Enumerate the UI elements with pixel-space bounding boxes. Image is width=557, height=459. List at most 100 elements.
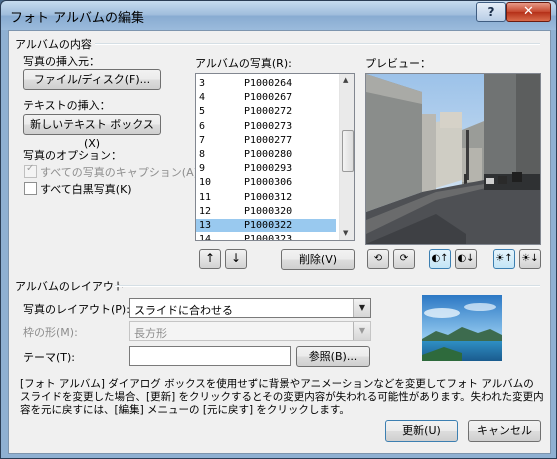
photo-number: 13 [199,220,212,231]
photo-name: P1000280 [244,149,293,160]
album-photos-list[interactable]: 3 P1000264 4 P1000267 5 P1000272 6 P1000273 7 P10… [195,73,355,241]
list-item[interactable]: 5 P1000272 [196,105,336,118]
photo-name: P1000273 [244,120,293,132]
frame-shape-label: 枠の形(M): [23,326,78,339]
brightness-up-icon: ☀↑ [495,253,513,264]
contrast-up-button[interactable]: ◐↑ [429,249,451,269]
photo-name: P1000293 [244,163,293,175]
browse-button[interactable]: 参照(B)... [296,346,370,367]
photo-number: 3 [199,78,206,89]
update-button-label: 更新(U) [402,424,441,437]
new-textbox-button[interactable]: 新しいテキスト ボックス(X) [23,114,161,150]
photo-name: P1000322 [244,220,293,231]
file-disk-button-label: ファイル/ディスク(F)... [33,73,151,86]
photo-number: 5 [199,106,206,118]
photo-layout-value: スライドに合わせる [134,304,233,317]
contrast-up-icon: ◐↑ [431,253,449,264]
photo-number: 9 [199,163,206,175]
photo-number: 12 [199,205,212,217]
frame-shape-select[interactable]: 長方形 ▼ [129,321,371,341]
scroll-up-arrow-icon[interactable]: ▲ [343,76,348,84]
chevron-down-icon[interactable]: ▼ [353,322,370,340]
preview-photo [366,74,540,244]
info-text: [フォト アルバム] ダイアログ ボックスを使用せずに背景やアニメーションなどを… [20,378,544,416]
caption-all-label: すべての写真のキャプション(A) [40,166,198,179]
close-button[interactable]: ✕ [506,2,551,22]
photo-number: 11 [199,191,212,203]
brightness-down-button[interactable]: ☀↓ [519,249,541,269]
arrow-down-icon: ↓ [230,251,242,265]
chevron-down-icon[interactable]: ▼ [353,299,370,317]
brightness-down-icon: ☀↓ [521,253,539,264]
photo-layout-label: 写真のレイアウト(P): [23,303,130,316]
delete-button[interactable]: 削除(V) [281,249,355,270]
insert-text-label: テキストの挿入： [23,99,111,112]
title-bar[interactable]: フォト アルバムの編集 ? ✕ [1,1,556,30]
browse-button-label: 参照(B)... [308,350,358,363]
scroll-down-arrow-icon[interactable]: ▼ [343,229,348,237]
photo-number: 7 [199,134,206,146]
arrow-up-icon: ↑ [204,251,216,265]
brightness-up-button[interactable]: ☀↑ [493,249,515,269]
photo-name: P1000323 [244,234,293,241]
photo-name: P1000264 [244,78,293,89]
preview-label: プレビュー： [365,57,431,70]
list-item[interactable]: 3 P1000264 [196,77,336,90]
list-item[interactable]: 6 P1000273 [196,120,336,133]
list-item[interactable]: 11 P1000312 [196,191,336,204]
caption-all-checkbox[interactable] [24,163,37,178]
photo-name: P1000277 [244,134,293,146]
rotate-left-icon: ⟲ [373,253,383,264]
photo-number: 8 [199,149,206,160]
update-button[interactable]: 更新(U) [385,420,458,442]
bw-all-label: すべて白黒写真(K) [40,183,132,196]
insert-photo-label: 写真の挿入元： [23,55,100,68]
delete-button-label: 削除(V) [298,253,338,266]
list-item[interactable]: 7 P1000277 [196,134,336,147]
contrast-down-button[interactable]: ◐↓ [455,249,477,269]
album-photos-label: アルバムの写真(R): [195,57,292,70]
photo-name: P1000267 [244,92,293,104]
theme-label: テーマ(T): [23,351,76,364]
album-layout-group-title: アルバムのレイアウト [15,280,125,293]
group-divider [115,285,540,287]
photo-name: P1000272 [244,106,293,118]
photo-name: P1000320 [244,205,293,217]
photo-layout-select[interactable]: スライドに合わせる ▼ [129,298,371,318]
file-disk-button[interactable]: ファイル/ディスク(F)... [23,69,161,90]
rotate-right-button[interactable]: ⟳ [393,249,415,269]
dialog-client-area: アルバムの内容 写真の挿入元： ファイル/ディスク(F)... テキストの挿入：… [8,30,551,454]
bw-all-checkbox[interactable] [24,182,37,195]
contrast-down-icon: ◐↓ [457,253,475,264]
list-item[interactable]: 10 P1000306 [196,176,336,189]
cancel-button[interactable]: キャンセル [468,420,541,442]
layout-preview-thumbnail [422,295,502,361]
photo-name: P1000306 [244,177,293,189]
photo-number: 14 [199,234,212,241]
album-content-group-title: アルバムの内容 [15,38,92,51]
scroll-thumb[interactable] [342,130,354,172]
photo-options-label: 写真のオプション： [23,149,122,162]
move-up-button[interactable]: ↑ [199,249,221,269]
preview-pane [365,73,541,245]
list-scrollbar[interactable]: ▲ ▼ [339,74,354,240]
window-title: フォト アルバムの編集 [10,11,145,26]
photo-name: P1000312 [244,191,293,203]
photo-number: 4 [199,92,206,104]
list-item[interactable]: 8 P1000280 [196,148,336,161]
list-item[interactable]: 4 P1000267 [196,91,336,104]
theme-input[interactable] [129,346,291,366]
cancel-button-label: キャンセル [477,424,532,437]
rotate-left-button[interactable]: ⟲ [367,249,389,269]
list-item[interactable]: 9 P1000293 [196,162,336,175]
photo-album-edit-dialog: フォト アルバムの編集 ? ✕ アルバムの内容 写真の挿入元： ファイル/ディス… [0,0,557,459]
photo-number: 10 [199,177,212,189]
move-down-button[interactable]: ↓ [225,249,247,269]
rotate-right-icon: ⟳ [399,253,409,264]
frame-shape-value: 長方形 [134,327,167,340]
list-item[interactable]: 13 P1000322 [196,219,336,232]
list-item[interactable]: 12 P1000320 [196,205,336,218]
photo-number: 6 [199,120,206,132]
list-item[interactable]: 14 P1000323 [196,233,336,241]
help-button[interactable]: ? [476,2,506,22]
